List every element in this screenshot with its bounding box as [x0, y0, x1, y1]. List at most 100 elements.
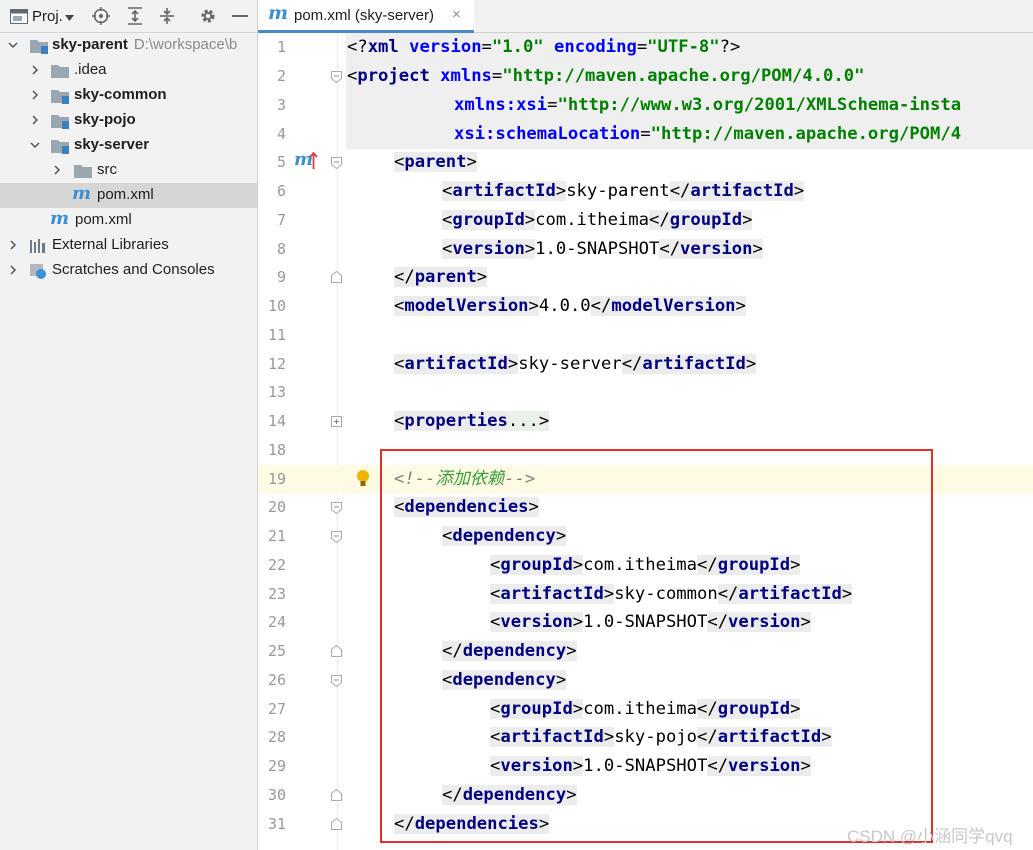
xml-text: com.itheima — [583, 555, 697, 575]
xml-text: 1.0-SNAPSHOT — [583, 756, 708, 776]
xml-tag: modelVersion — [404, 296, 529, 316]
expand-all-icon[interactable] — [124, 0, 146, 32]
tree-item-parent-pom[interactable]: m pom.xml — [0, 208, 257, 233]
line-number: 12 — [267, 355, 286, 373]
tree-item-label: sky-pojo — [74, 111, 136, 128]
project-panel: Proj. sky-parentD:\workspace\b .idea sk — [0, 0, 258, 850]
xml-tag: groupId — [717, 555, 791, 575]
project-view-selector[interactable]: Proj. — [32, 0, 74, 32]
tree-item-scratches[interactable]: Scratches and Consoles — [0, 258, 257, 283]
xml-tag: artifactId — [500, 727, 604, 747]
tree-item-label: sky-common — [74, 86, 167, 103]
code-line: 24 <version>1.0-SNAPSHOT</version> — [258, 608, 1033, 637]
scratches-icon — [30, 264, 46, 279]
module-folder-icon — [51, 115, 69, 129]
fold-end-icon[interactable] — [331, 789, 342, 801]
fold-end-icon[interactable] — [331, 271, 342, 283]
collapse-all-icon[interactable] — [156, 0, 178, 32]
lightbulb-icon[interactable] — [356, 469, 370, 488]
fold-icon[interactable] — [331, 157, 342, 169]
fold-icon[interactable] — [331, 531, 342, 543]
tree-item-sky-parent[interactable]: sky-parent D:\workspace\b — [0, 33, 257, 58]
xml-decl-name: xml — [367, 37, 399, 57]
chevron-right-icon[interactable] — [30, 115, 40, 125]
tree-item-label: sky-parent — [52, 36, 128, 53]
line-number: 29 — [267, 757, 286, 775]
locate-file-icon[interactable] — [90, 0, 112, 32]
xml-text: sky-parent — [566, 181, 670, 201]
line-number: 4 — [276, 125, 286, 143]
code-line: 6 <artifactId>sky-parent</artifactId> — [258, 177, 1033, 206]
project-attr: xsi:schemaLocation — [454, 124, 641, 144]
line-number: 22 — [267, 556, 286, 574]
tree-item-idea[interactable]: .idea — [0, 58, 257, 83]
chevron-right-icon[interactable] — [30, 65, 40, 75]
chevron-right-icon[interactable] — [52, 165, 62, 175]
project-attr-value: "http://maven.apache.org/POM/4 — [650, 124, 962, 144]
fold-icon[interactable] — [331, 71, 342, 83]
folded-region[interactable]: ... — [507, 411, 539, 431]
code-line-current: 19 <!--添加依赖--> — [258, 465, 1033, 494]
xml-tag: version — [680, 239, 753, 259]
code-line: 18 — [258, 436, 1033, 465]
xml-text: sky-server — [518, 354, 622, 374]
line-number: 27 — [267, 700, 286, 718]
fold-icon[interactable] — [331, 675, 342, 687]
tab-pom-xml-sky-server[interactable]: m pom.xml (sky-server) × — [258, 0, 474, 33]
chevron-right-icon[interactable] — [30, 90, 40, 100]
xml-tag: version — [500, 612, 573, 632]
fold-icon[interactable] — [331, 502, 342, 514]
chevron-down-icon — [64, 14, 74, 21]
expand-fold-icon[interactable] — [331, 416, 342, 428]
folder-icon — [74, 165, 92, 178]
chevron-down-icon[interactable] — [30, 140, 40, 150]
line-number: 18 — [267, 441, 286, 459]
hide-panel-icon[interactable] — [229, 0, 251, 32]
tree-item-external-libraries[interactable]: External Libraries — [0, 233, 257, 258]
xml-text: 1.0-SNAPSHOT — [535, 239, 660, 259]
maven-file-icon: m — [268, 2, 289, 24]
chevron-right-icon[interactable] — [8, 265, 18, 275]
xml-text: sky-common — [614, 584, 718, 604]
tree-item-label: src — [97, 161, 117, 178]
fold-end-icon[interactable] — [331, 818, 342, 830]
code-line: 20 <dependencies> — [258, 493, 1033, 522]
fold-end-icon[interactable] — [331, 645, 342, 657]
code-line: 28 <artifactId>sky-pojo</artifactId> — [258, 723, 1033, 752]
project-tag: project — [357, 66, 430, 86]
line-number: 24 — [267, 613, 286, 631]
code-line: 27 <groupId>com.itheima</groupId> — [258, 695, 1033, 724]
close-icon[interactable]: × — [452, 6, 461, 23]
xml-tag: parent — [404, 152, 467, 172]
line-number: 11 — [267, 326, 286, 344]
tree-item-src[interactable]: src — [0, 158, 257, 183]
module-folder-icon — [51, 140, 69, 154]
chevron-right-icon[interactable] — [8, 240, 18, 250]
tree-item-server-pom[interactable]: m pom.xml — [0, 183, 257, 208]
xml-tag: modelVersion — [611, 296, 736, 316]
xml-tag: version — [728, 756, 801, 776]
project-attr: xmlns — [440, 66, 492, 86]
line-number: 8 — [276, 240, 286, 258]
tree-item-sky-server[interactable]: sky-server — [0, 133, 257, 158]
code-line: 21 <dependency> — [258, 522, 1033, 551]
gear-icon[interactable] — [197, 0, 219, 32]
chevron-down-icon[interactable] — [8, 40, 18, 50]
code-editor[interactable]: 1 <?xml version="1.0" encoding="UTF-8"?>… — [258, 33, 1033, 850]
line-number: 9 — [276, 268, 286, 286]
line-number: 28 — [267, 728, 286, 746]
project-view-icon[interactable] — [8, 0, 30, 32]
folder-icon — [51, 65, 69, 78]
tree-item-sky-pojo[interactable]: sky-pojo — [0, 108, 257, 133]
library-icon — [30, 239, 45, 253]
xml-text: sky-pojo — [614, 727, 697, 747]
xml-decl-attr: encoding — [554, 37, 637, 57]
navigate-up-arrow-icon[interactable] — [309, 152, 318, 170]
line-number: 13 — [267, 383, 286, 401]
xml-tag: artifactId — [500, 584, 604, 604]
xml-tag: dependency — [452, 670, 556, 690]
tree-item-sky-common[interactable]: sky-common — [0, 83, 257, 108]
tree-item-path: D:\workspace\b — [133, 36, 238, 53]
xml-tag: dependencies — [414, 814, 539, 834]
tab-label: pom.xml (sky-server) — [294, 7, 435, 24]
